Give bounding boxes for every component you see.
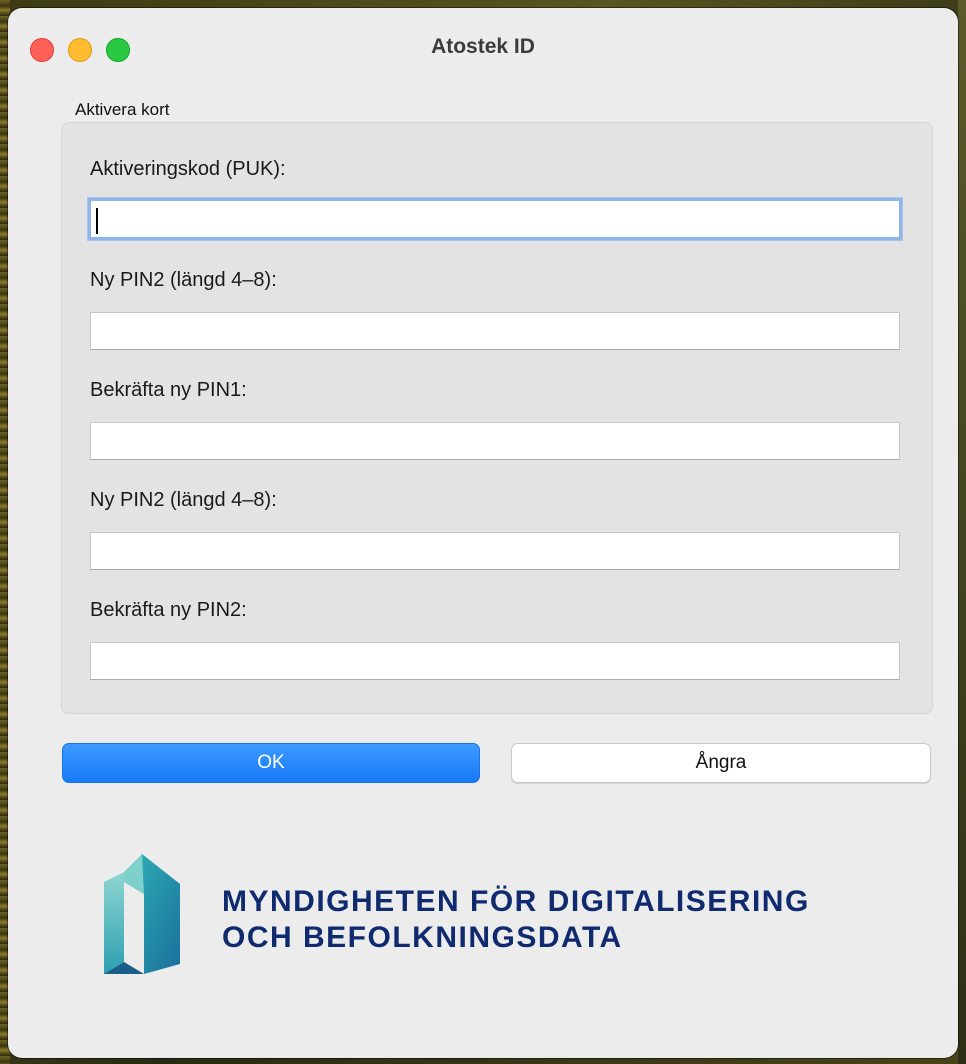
close-window-button[interactable] [30,38,54,62]
group-label: Aktivera kort [75,100,170,119]
window-controls [30,38,130,62]
title-bar[interactable]: Atostek ID [8,8,958,76]
org-name-line1: MYNDIGHETEN FÖR DIGITALISERING [222,885,810,918]
confirm-pin2-label: Bekräfta ny PIN2: [90,599,247,621]
cancel-button[interactable]: Ångra [511,743,931,783]
confirm-pin1-label: Bekräfta ny PIN1: [90,379,247,401]
new-pin2-label: Ny PIN2 (längd 4–8): [90,269,277,291]
desktop-background-right [958,0,966,1064]
text-caret [96,208,98,234]
zoom-window-button[interactable] [106,38,130,62]
ok-button[interactable]: OK [62,743,480,783]
confirm-pin2-input[interactable] [90,642,900,680]
new-pin2-input-second[interactable] [90,532,900,570]
dvv-logo-icon [104,854,180,974]
new-pin2-label-second: Ny PIN2 (längd 4–8): [90,489,277,511]
organization-name: MYNDIGHETEN FÖR DIGITALISERING OCH BEFOL… [222,884,810,956]
puk-label: Aktiveringskod (PUK): [90,158,286,180]
puk-input[interactable] [88,198,902,240]
minimize-window-button[interactable] [68,38,92,62]
window-title: Atostek ID [431,35,535,58]
confirm-pin1-input[interactable] [90,422,900,460]
new-pin2-input[interactable] [90,312,900,350]
org-name-line2: OCH BEFOLKNINGSDATA [222,921,623,954]
dialog-window: Atostek ID Aktivera kort Aktiveringskod … [8,8,958,1058]
